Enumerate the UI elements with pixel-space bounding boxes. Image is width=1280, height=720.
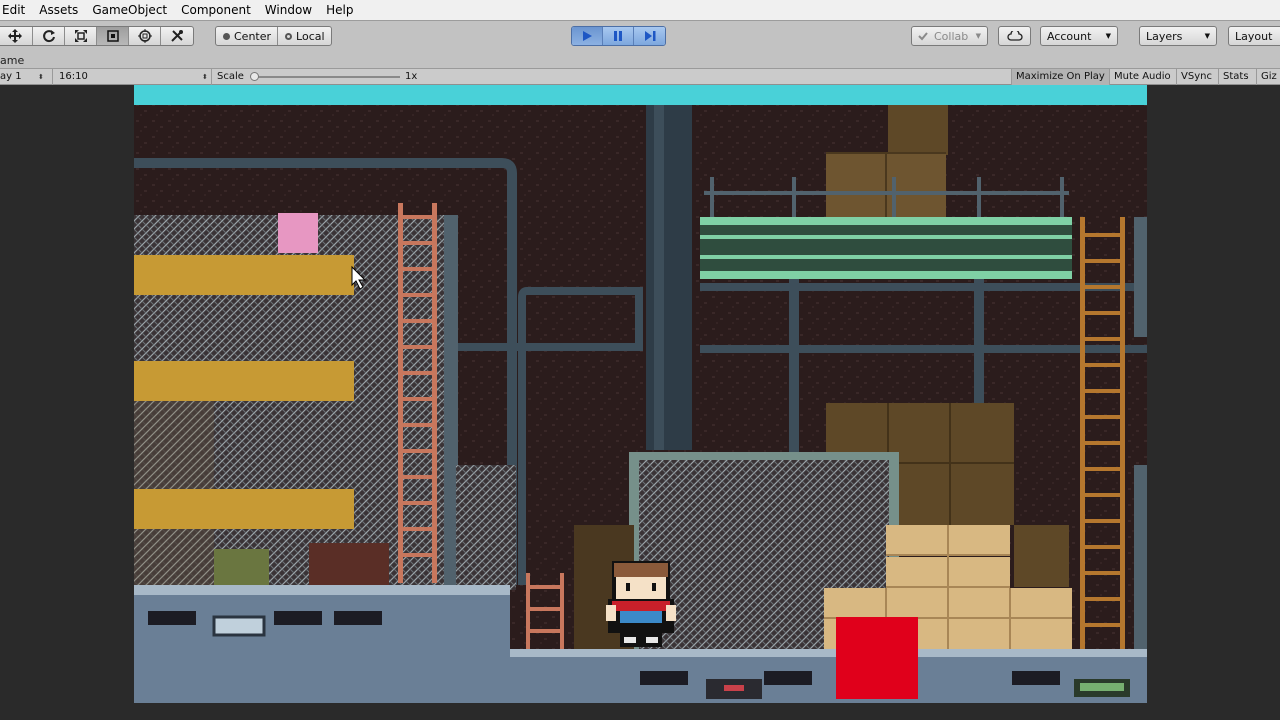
menu-bar: Edit Assets GameObject Component Window … — [0, 0, 1280, 20]
transform-gizmo-icon — [137, 29, 152, 43]
layout-label: Layout — [1235, 29, 1273, 43]
small-crate — [214, 549, 269, 585]
chevron-down-icon: ▼ — [1204, 32, 1210, 40]
menu-edit[interactable]: Edit — [0, 0, 32, 20]
green-catwalk — [700, 217, 1072, 279]
scale-label: Scale — [217, 71, 244, 82]
account-label: Account — [1047, 29, 1092, 43]
rotate-tool-button[interactable] — [33, 27, 65, 45]
maximize-on-play-toggle[interactable]: Maximize On Play — [1011, 69, 1109, 85]
scale-slider-thumb[interactable] — [250, 72, 259, 81]
updown-icon: ⬍ — [202, 73, 208, 81]
small-mesh — [456, 465, 516, 590]
red-hitbox — [836, 617, 918, 699]
gizmos-toggle[interactable]: Giz — [1256, 69, 1280, 85]
vertical-pipe — [646, 105, 692, 450]
step-forward-icon — [644, 31, 655, 41]
pause-icon — [614, 31, 622, 41]
pink-block — [278, 213, 318, 253]
pivot-center-label: Center — [234, 29, 272, 43]
chevron-down-icon: ▼ — [975, 32, 981, 40]
layers-dropdown[interactable]: Layers ▼ — [1139, 26, 1217, 46]
rotate-icon — [42, 30, 55, 43]
mute-audio-toggle[interactable]: Mute Audio — [1109, 69, 1175, 85]
updown-icon: ⬍ — [38, 73, 44, 81]
layers-label: Layers — [1146, 29, 1183, 43]
game-tab-label[interactable]: ame — [0, 54, 24, 67]
game-viewport[interactable] — [134, 85, 1147, 703]
display-dropdown[interactable]: ay 1 — [0, 69, 22, 85]
tools-icon — [171, 30, 183, 42]
vsync-toggle[interactable]: VSync — [1176, 69, 1216, 85]
unity-editor-window: Edit Assets GameObject Component Window … — [0, 0, 1280, 720]
step-button[interactable] — [634, 27, 665, 45]
pivot-center-button[interactable]: Center — [216, 27, 279, 45]
chevron-down-icon: ▼ — [1105, 32, 1111, 40]
pivot-toggle-group: Center Local — [215, 26, 332, 46]
collab-dropdown[interactable]: Collab ▼ — [911, 26, 988, 46]
move-arrows-icon — [7, 29, 22, 43]
transform-tool-button[interactable] — [129, 27, 161, 45]
separator — [52, 69, 53, 85]
game-view-toolbar: ay 1 ⬍ 16:10 ⬍ Scale 1x Maximize On Play… — [0, 68, 1280, 85]
account-dropdown[interactable]: Account ▼ — [1040, 26, 1118, 46]
floor-left — [134, 585, 510, 703]
game-scene — [134, 85, 1147, 703]
play-button[interactable] — [572, 27, 603, 45]
playback-controls — [571, 26, 666, 46]
menu-help[interactable]: Help — [319, 0, 360, 20]
pivot-local-label: Local — [296, 29, 325, 43]
scale-tool-button[interactable] — [65, 27, 97, 45]
custom-tool-button[interactable] — [161, 27, 193, 45]
yellow-platform — [134, 255, 354, 295]
scale-value: 1x — [405, 71, 418, 82]
aspect-dropdown[interactable]: 16:10 — [59, 69, 88, 85]
transform-tools — [0, 26, 194, 46]
pivot-local-button[interactable]: Local — [278, 27, 331, 45]
layout-dropdown[interactable]: Layout — [1228, 26, 1280, 46]
play-icon — [583, 31, 592, 41]
menu-assets[interactable]: Assets — [32, 0, 85, 20]
main-toolbar: Center Local Collab ▼ Account ▼ Layers ▼… — [0, 20, 1280, 68]
menu-window[interactable]: Window — [258, 0, 319, 20]
stats-toggle[interactable]: Stats — [1218, 69, 1253, 85]
yellow-platform — [134, 361, 354, 401]
scale-icon — [74, 30, 87, 42]
pivot-local-icon — [285, 32, 293, 40]
pause-button[interactable] — [603, 27, 634, 45]
scale-slider-track[interactable] — [254, 76, 400, 78]
small-crate — [309, 543, 389, 585]
check-icon — [918, 32, 928, 41]
collab-label: Collab — [934, 29, 969, 43]
move-tool-button[interactable] — [0, 27, 33, 45]
top-cyan-band — [134, 85, 1147, 105]
menu-component[interactable]: Component — [174, 0, 258, 20]
rect-transform-icon — [106, 30, 119, 42]
rect-tool-button[interactable] — [97, 27, 129, 45]
separator — [211, 69, 212, 85]
crate — [888, 105, 948, 155]
pivot-center-icon — [223, 32, 230, 40]
menu-gameobject[interactable]: GameObject — [85, 0, 174, 20]
yellow-platform — [134, 489, 354, 529]
cloud-button[interactable] — [998, 26, 1031, 46]
cloud-icon — [1006, 31, 1023, 41]
